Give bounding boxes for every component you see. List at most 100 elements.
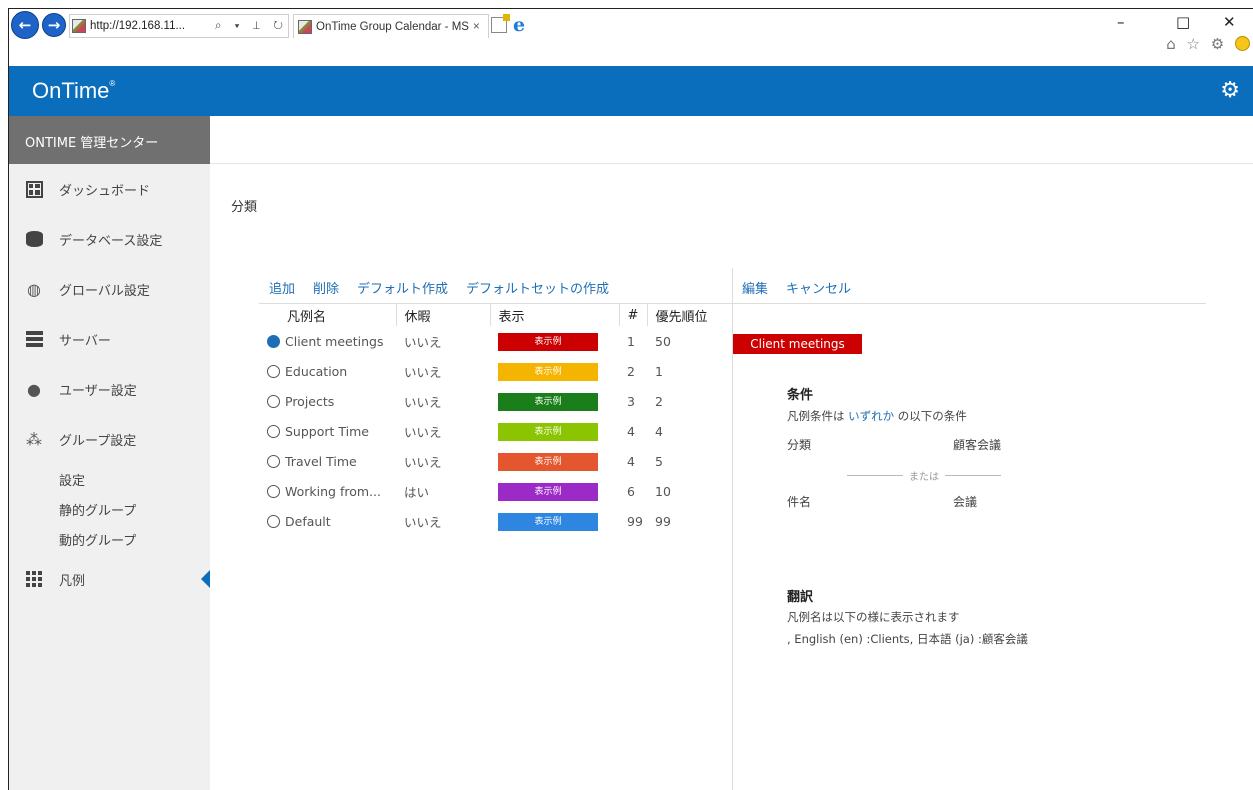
sidebar-subitem-static-groups[interactable]: 静的グループ <box>9 494 210 524</box>
table-row[interactable]: Client meetings いいえ 表示例 1 50 <box>259 326 715 356</box>
translation-value: , English (en) :Clients, 日本語 (ja) :顧客会議 <box>787 632 1028 646</box>
maximize-button[interactable]: □ <box>1176 13 1190 31</box>
sidebar-item-label: 凡例 <box>59 573 86 589</box>
delete-button[interactable]: 削除 <box>313 278 339 297</box>
address-url[interactable]: http://192.168.11... <box>90 20 209 32</box>
number-cell: 3 <box>627 393 635 409</box>
globe-icon: ◍ <box>27 279 41 299</box>
sidebar-subitem-settings[interactable]: 設定 <box>9 464 210 494</box>
new-tab-icon[interactable] <box>491 14 510 33</box>
conditions-any-link[interactable]: いずれか <box>848 409 894 423</box>
holiday-cell: いいえ <box>404 394 442 410</box>
cancel-button[interactable]: キャンセル <box>786 278 851 297</box>
sidebar: ONTIME 管理センター ダッシュボード データベース設定 ◍ グローバル設定… <box>9 116 210 790</box>
row-radio-icon[interactable] <box>267 514 280 528</box>
color-sample: 表示例 <box>498 362 598 381</box>
legend-name-cell[interactable]: Support Time <box>259 416 396 446</box>
table-row[interactable]: Working from... はい 表示例 6 10 <box>259 476 715 506</box>
column-header-display[interactable]: 表示 <box>490 304 620 326</box>
sidebar-item-label: サーバー <box>59 333 111 349</box>
legend-name-cell[interactable]: Projects <box>259 386 396 416</box>
legend-name-cell[interactable]: Working from... <box>259 476 396 506</box>
detail-toolbar: 編集 キャンセル <box>742 278 851 297</box>
row-radio-icon[interactable] <box>267 394 280 408</box>
display-cell: 表示例 <box>490 506 619 536</box>
minimize-button[interactable]: – <box>1117 13 1125 31</box>
ie-logo-icon[interactable]: e <box>513 14 525 36</box>
table-row[interactable]: Projects いいえ 表示例 3 2 <box>259 386 715 416</box>
legend-name-cell[interactable]: Education <box>259 356 396 386</box>
sidebar-item-global[interactable]: ◍ グローバル設定 <box>9 264 210 314</box>
ontime-logo: OnTime® <box>32 78 115 104</box>
priority-cell: 50 <box>655 333 671 349</box>
legend-name: Working from... <box>285 483 381 499</box>
priority-cell: 99 <box>655 513 671 529</box>
close-button[interactable]: ✕ <box>1223 13 1236 31</box>
or-text: または <box>909 472 939 483</box>
legend-name-cell[interactable]: Travel Time <box>259 446 396 476</box>
sidebar-item-legend[interactable]: 凡例 <box>9 554 210 604</box>
legend-name: Education <box>285 363 348 379</box>
page-title: 分類 <box>231 200 258 215</box>
feedback-smiley-icon[interactable] <box>1235 36 1250 51</box>
holiday-cell: いいえ <box>404 424 442 440</box>
tab-close-icon[interactable]: × <box>473 21 480 33</box>
row-radio-icon[interactable] <box>267 334 280 348</box>
legend-name: Support Time <box>285 423 369 439</box>
color-sample: 表示例 <box>498 482 598 501</box>
column-header-number[interactable]: # <box>619 304 648 326</box>
holiday-cell: いいえ <box>404 334 442 350</box>
sidebar-item-dashboard[interactable]: ダッシュボード <box>9 164 210 214</box>
address-bar-icons[interactable]: ⌕ ▾ ⊥ ↻ <box>215 20 288 33</box>
color-sample: 表示例 <box>498 392 598 411</box>
conditions-title: 条件 <box>787 388 814 403</box>
tools-icons[interactable]: ⌂ ☆ ⚙ <box>1166 35 1227 53</box>
server-icon <box>25 330 43 348</box>
row-radio-icon[interactable] <box>267 424 280 438</box>
sidebar-item-users[interactable]: ● ユーザー設定 <box>9 364 210 414</box>
row-radio-icon[interactable] <box>267 484 280 498</box>
column-header-name[interactable]: 凡例名 <box>259 304 397 326</box>
sidebar-item-groups[interactable]: ⁂ グループ設定 <box>9 414 210 464</box>
back-arrow-icon[interactable]: ← <box>11 11 39 39</box>
row-radio-icon[interactable] <box>267 364 280 378</box>
legend-preview: Client meetings <box>733 334 862 354</box>
column-header-holiday[interactable]: 休暇 <box>396 304 491 326</box>
conditions-description: 凡例条件は いずれか の以下の条件 <box>787 408 967 424</box>
create-default-set-button[interactable]: デフォルトセットの作成 <box>466 278 609 297</box>
tab-title: OnTime Group Calendar - MS <box>316 20 469 33</box>
table-row[interactable]: Support Time いいえ 表示例 4 4 <box>259 416 715 446</box>
number-cell: 1 <box>627 333 635 349</box>
tab-favicon-icon <box>298 19 312 34</box>
color-sample: 表示例 <box>498 332 598 351</box>
sidebar-item-label: グループ設定 <box>59 433 137 449</box>
number-cell: 4 <box>627 453 635 469</box>
sidebar-item-label: ダッシュボード <box>59 183 151 199</box>
legend-name: Projects <box>285 393 335 409</box>
legend-name-cell[interactable]: Client meetings <box>259 326 396 356</box>
legend-toolbar: 追加 削除 デフォルト作成 デフォルトセットの作成 <box>269 278 609 297</box>
sidebar-subitem-dynamic-groups[interactable]: 動的グループ <box>9 524 210 554</box>
browser-tools[interactable]: ⌂ ☆ ⚙ <box>1166 35 1250 53</box>
browser-tab[interactable]: OnTime Group Calendar - MS × <box>293 14 489 38</box>
sidebar-item-database[interactable]: データベース設定 <box>9 214 210 264</box>
conditions-prefix: 凡例条件は <box>787 409 849 423</box>
display-cell: 表示例 <box>490 326 619 356</box>
table-row[interactable]: Default いいえ 表示例 99 99 <box>259 506 715 536</box>
number-cell: 4 <box>627 423 635 439</box>
display-cell: 表示例 <box>490 416 619 446</box>
sidebar-item-server[interactable]: サーバー <box>9 314 210 364</box>
grid-icon <box>25 570 43 588</box>
table-row[interactable]: Travel Time いいえ 表示例 4 5 <box>259 446 715 476</box>
add-button[interactable]: 追加 <box>269 278 295 297</box>
address-bar[interactable]: http://192.168.11... ⌕ ▾ ⊥ ↻ <box>69 14 289 38</box>
row-radio-icon[interactable] <box>267 454 280 468</box>
column-header-priority[interactable]: 優先順位 <box>647 304 715 326</box>
gear-icon[interactable]: ⚙ <box>1220 78 1240 103</box>
table-row[interactable]: Education いいえ 表示例 2 1 <box>259 356 715 386</box>
forward-arrow-icon[interactable]: → <box>42 13 66 37</box>
edit-button[interactable]: 編集 <box>742 278 768 297</box>
legend-name-cell[interactable]: Default <box>259 506 396 536</box>
color-sample: 表示例 <box>498 452 598 471</box>
create-default-button[interactable]: デフォルト作成 <box>357 278 448 297</box>
